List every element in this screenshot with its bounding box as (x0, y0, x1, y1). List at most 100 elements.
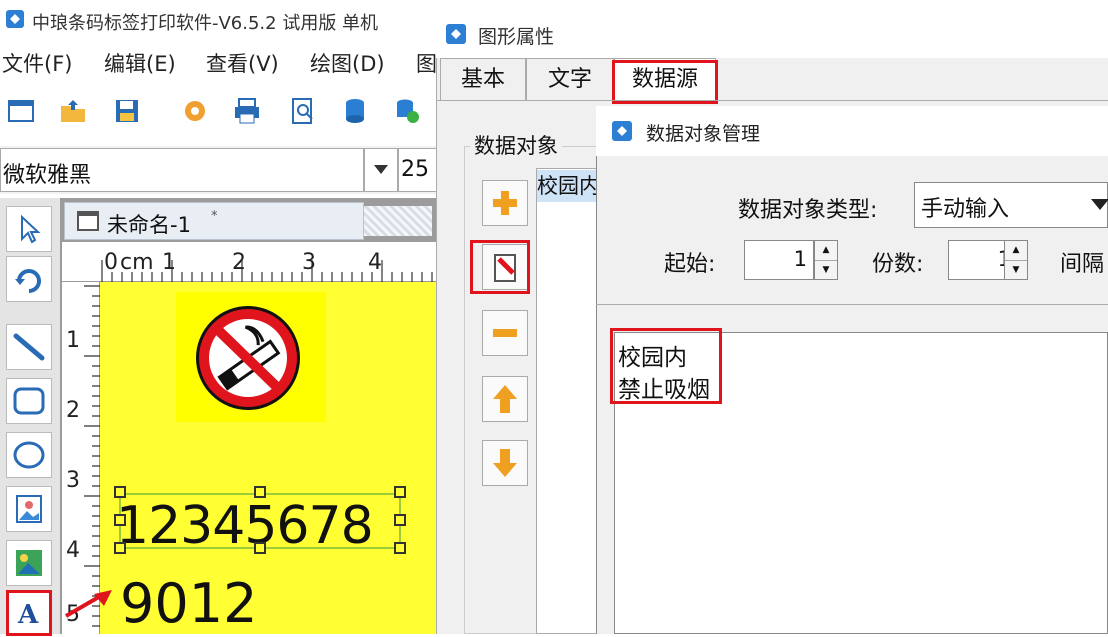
settings-gear-icon[interactable] (180, 96, 210, 126)
properties-titlebar: 图形属性 (436, 10, 1108, 58)
print-preview-icon[interactable] (288, 96, 318, 126)
font-family-select[interactable]: 微软雅黑 (0, 148, 364, 192)
ruler-label: 3 (302, 250, 316, 275)
menubar: 文件(F) 编辑(E) 查看(V) 绘图(D) 图 (0, 40, 440, 84)
highlight-content (610, 328, 722, 404)
resize-handle[interactable] (254, 542, 266, 554)
down-icon (493, 449, 517, 477)
image-icon (16, 495, 42, 523)
app-logo-icon (6, 10, 24, 28)
rectangle-tool-button[interactable] (6, 378, 52, 424)
rotate-tool-button[interactable] (6, 256, 52, 302)
menu-file[interactable]: 文件(F) (2, 48, 72, 78)
dialog-logo-icon (612, 121, 632, 141)
resize-handle[interactable] (394, 486, 406, 498)
no-smoking-icon (196, 306, 300, 410)
database-settings-icon[interactable] (392, 96, 422, 126)
chevron-down-icon (374, 165, 388, 174)
red-arrow-annotation-icon (64, 590, 112, 618)
resize-handle[interactable] (394, 542, 406, 554)
menu-draw[interactable]: 绘图(D) (310, 48, 385, 78)
ruler-label: 1 (162, 250, 176, 275)
app-titlebar: 中琅条码标签打印软件-V6.5.2 试用版 单机 (0, 0, 440, 40)
ellipse-icon (13, 441, 45, 469)
cursor-arrow-icon (21, 214, 41, 244)
text-object-second-line[interactable]: 9012 (120, 572, 257, 635)
remove-icon (493, 329, 517, 337)
open-folder-icon[interactable] (58, 96, 88, 126)
highlight-datasource-tab (612, 60, 718, 104)
data-object-list-item[interactable]: 校园内 (537, 170, 605, 202)
picture-tool-button[interactable] (6, 540, 52, 586)
menu-more[interactable]: 图 (416, 48, 437, 78)
app-title: 中琅条码标签打印软件-V6.5.2 试用版 单机 (32, 13, 379, 34)
resize-handle[interactable] (114, 514, 126, 526)
save-icon[interactable] (112, 96, 142, 126)
drawing-tools-bar: A (0, 198, 60, 636)
print-icon[interactable] (232, 96, 262, 126)
ruler-label: 2 (66, 398, 80, 423)
ruler-label: 1 (66, 328, 80, 353)
spin-up-icon[interactable]: ▲ (1005, 241, 1027, 261)
ruler-label: 4 (66, 538, 80, 563)
start-spinner[interactable]: ▲ ▼ (814, 240, 838, 280)
move-down-button[interactable] (482, 440, 528, 486)
rounded-rectangle-icon (13, 387, 45, 415)
up-icon (493, 385, 517, 413)
font-family-dropdown-button[interactable] (364, 148, 398, 192)
svg-text:A: A (17, 600, 39, 630)
start-input[interactable]: 1 (744, 240, 814, 280)
resize-handle[interactable] (394, 514, 406, 526)
ellipse-tool-button[interactable] (6, 432, 52, 478)
interval-label: 间隔 (1060, 252, 1105, 277)
copies-label: 份数: (872, 252, 924, 277)
resize-handle[interactable] (254, 486, 266, 498)
properties-title: 图形属性 (478, 26, 555, 48)
menu-edit[interactable]: 编辑(E) (104, 48, 176, 78)
document-tab[interactable]: 未命名-1 * (64, 202, 364, 240)
ruler-label: 2 (232, 250, 246, 275)
type-label: 数据对象类型: (738, 198, 878, 223)
font-family-value: 微软雅黑 (3, 163, 92, 188)
data-object-group-label: 数据对象 (470, 130, 562, 160)
type-value: 手动输入 (921, 197, 1010, 222)
picture-icon (16, 550, 42, 576)
toolbar (0, 86, 440, 138)
add-data-object-button[interactable] (482, 180, 528, 226)
new-icon[interactable] (6, 96, 36, 126)
spin-up-icon[interactable]: ▲ (815, 241, 837, 261)
spin-down-icon[interactable]: ▼ (1005, 261, 1027, 280)
tab-underline (436, 100, 1108, 101)
ruler-unit: cm (120, 250, 154, 275)
remove-data-object-button[interactable] (482, 310, 528, 356)
ruler-label: 0 (104, 250, 118, 275)
manager-title: 数据对象管理 (646, 123, 761, 145)
line-tool-button[interactable] (6, 324, 52, 370)
font-size-value: 25 (401, 157, 429, 182)
copies-spinner[interactable]: ▲ ▼ (1004, 240, 1028, 280)
document-tab-title: 未命名-1 (107, 213, 191, 237)
data-object-type-select[interactable]: 手动输入 (914, 182, 1108, 228)
resize-handle[interactable] (114, 486, 126, 498)
database-icon[interactable] (340, 96, 370, 126)
dialog-logo-icon (446, 24, 466, 44)
barcode-text-object[interactable]: 12345678 (116, 496, 374, 556)
move-up-button[interactable] (482, 376, 528, 422)
image-tool-button[interactable] (6, 486, 52, 532)
resize-handle[interactable] (114, 542, 126, 554)
add-icon (493, 191, 517, 215)
ruler-label: 4 (368, 250, 382, 275)
horizontal-ruler: 0 cm 1 2 3 4 (62, 242, 438, 282)
text-a-icon: A (17, 600, 39, 630)
unsaved-marker: * (211, 209, 218, 224)
rotate-icon (15, 269, 41, 293)
no-smoking-image[interactable] (176, 292, 326, 422)
tab-basic[interactable]: 基本 (440, 58, 526, 100)
line-icon (13, 333, 45, 361)
ruler-ticks (84, 285, 100, 627)
tab-text[interactable]: 文字 (526, 58, 614, 100)
text-tool-button[interactable]: A (6, 590, 52, 636)
menu-view[interactable]: 查看(V) (206, 48, 279, 78)
select-tool-button[interactable] (6, 206, 52, 252)
spin-down-icon[interactable]: ▼ (815, 261, 837, 280)
